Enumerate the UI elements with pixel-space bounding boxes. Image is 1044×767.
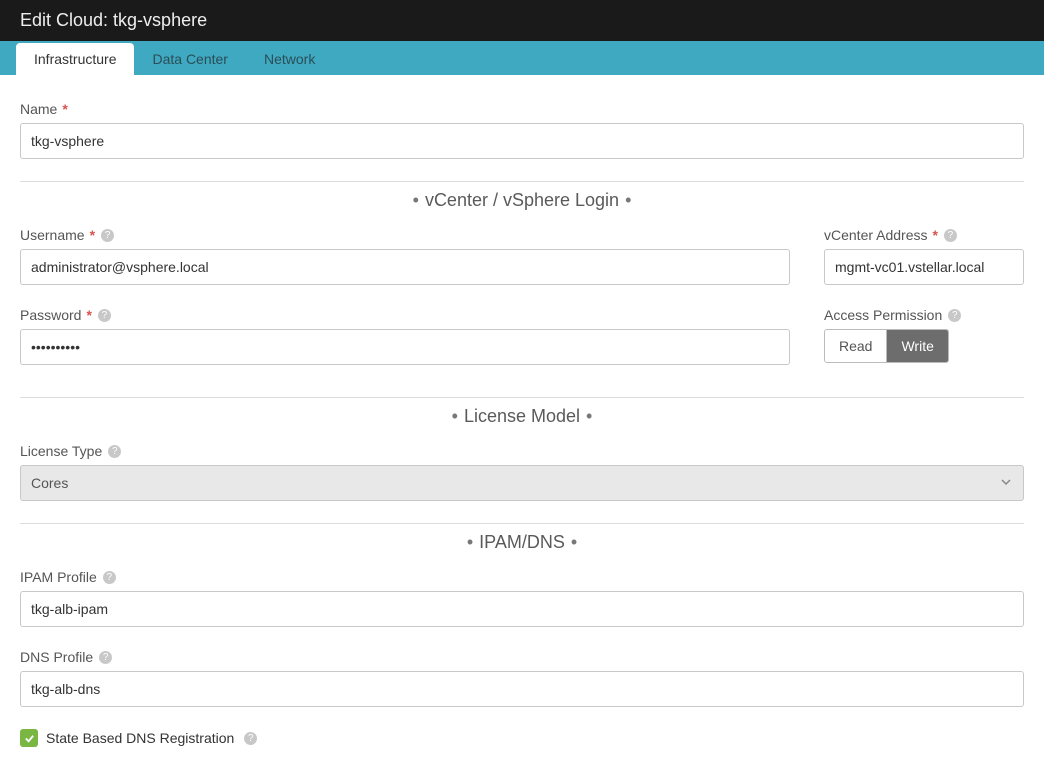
help-icon[interactable]: ? bbox=[99, 651, 112, 664]
section-title-license: •License Model• bbox=[20, 406, 1024, 427]
username-label: Username bbox=[20, 227, 85, 243]
field-vcenter-address: vCenter Address * ? bbox=[824, 227, 1024, 285]
dns-profile-label: DNS Profile bbox=[20, 649, 93, 665]
state-based-dns-label: State Based DNS Registration bbox=[46, 730, 234, 746]
field-password: Password * ? bbox=[20, 307, 790, 365]
tab-infrastructure[interactable]: Infrastructure bbox=[16, 43, 134, 75]
required-asterisk: * bbox=[90, 227, 95, 243]
tabs-bar: Infrastructure Data Center Network bbox=[0, 41, 1044, 75]
password-label: Password bbox=[20, 307, 81, 323]
ipam-profile-label: IPAM Profile bbox=[20, 569, 97, 585]
help-icon[interactable]: ? bbox=[98, 309, 111, 322]
vcenter-address-input[interactable] bbox=[824, 249, 1024, 285]
tab-data-center[interactable]: Data Center bbox=[134, 43, 245, 75]
field-license-type: License Type ? bbox=[20, 443, 1024, 501]
tab-label: Data Center bbox=[152, 51, 227, 67]
modal-title: Edit Cloud: tkg-vsphere bbox=[20, 10, 207, 30]
state-based-dns-checkbox[interactable] bbox=[20, 729, 38, 747]
access-permission-write[interactable]: Write bbox=[886, 330, 947, 362]
section-title-ipamdns: •IPAM/DNS• bbox=[20, 532, 1024, 553]
help-icon[interactable]: ? bbox=[948, 309, 961, 322]
modal-header: Edit Cloud: tkg-vsphere bbox=[0, 0, 1044, 41]
section-divider bbox=[20, 523, 1024, 524]
help-icon[interactable]: ? bbox=[244, 732, 257, 745]
tab-label: Network bbox=[264, 51, 315, 67]
field-ipam-profile: IPAM Profile ? bbox=[20, 569, 1024, 627]
field-name: Name * bbox=[20, 101, 1024, 159]
password-input[interactable] bbox=[20, 329, 790, 365]
name-label: Name bbox=[20, 101, 57, 117]
license-type-select[interactable] bbox=[20, 465, 1024, 501]
section-title-vcenter: •vCenter / vSphere Login• bbox=[20, 190, 1024, 211]
access-permission-toggle: Read Write bbox=[824, 329, 949, 363]
dns-profile-select[interactable] bbox=[20, 671, 1024, 707]
help-icon[interactable]: ? bbox=[101, 229, 114, 242]
ipam-profile-select[interactable] bbox=[20, 591, 1024, 627]
username-input[interactable] bbox=[20, 249, 790, 285]
help-icon[interactable]: ? bbox=[108, 445, 121, 458]
required-asterisk: * bbox=[86, 307, 91, 323]
section-divider bbox=[20, 397, 1024, 398]
required-asterisk: * bbox=[933, 227, 938, 243]
field-state-based-dns: State Based DNS Registration ? bbox=[20, 729, 1024, 747]
field-username: Username * ? bbox=[20, 227, 790, 285]
tab-label: Infrastructure bbox=[34, 51, 116, 67]
form-content: Name * •vCenter / vSphere Login• Usernam… bbox=[0, 75, 1044, 767]
name-input[interactable] bbox=[20, 123, 1024, 159]
help-icon[interactable]: ? bbox=[103, 571, 116, 584]
license-type-label: License Type bbox=[20, 443, 102, 459]
field-dns-profile: DNS Profile ? bbox=[20, 649, 1024, 707]
field-access-permission: Access Permission ? Read Write bbox=[824, 307, 1024, 363]
help-icon[interactable]: ? bbox=[944, 229, 957, 242]
section-divider bbox=[20, 181, 1024, 182]
access-permission-read[interactable]: Read bbox=[825, 330, 886, 362]
tab-network[interactable]: Network bbox=[246, 43, 333, 75]
required-asterisk: * bbox=[62, 101, 67, 117]
access-permission-label: Access Permission bbox=[824, 307, 942, 323]
vcenter-address-label: vCenter Address bbox=[824, 227, 928, 243]
